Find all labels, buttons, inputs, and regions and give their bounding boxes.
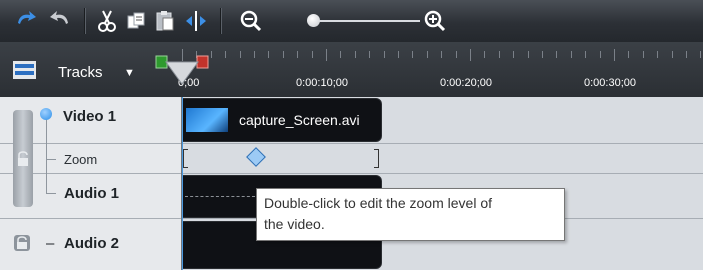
ruler-tick bbox=[268, 51, 270, 58]
group-dot-icon bbox=[40, 108, 52, 120]
ruler-tick bbox=[354, 51, 356, 58]
copy-icon[interactable] bbox=[124, 8, 150, 34]
ruler-tick bbox=[340, 51, 342, 58]
ruler-tick bbox=[426, 51, 428, 58]
clip-thumbnail bbox=[186, 108, 228, 132]
tracks-icon[interactable] bbox=[13, 61, 36, 79]
zoom-slider-track[interactable] bbox=[314, 20, 420, 22]
ruler-tick bbox=[585, 51, 587, 58]
ruler-tick bbox=[239, 51, 241, 58]
track-area: Video 1 Zoom Audio 1 – Audio 2 capture_S… bbox=[0, 97, 703, 270]
ruler-tick bbox=[297, 51, 299, 58]
ruler-tick bbox=[527, 51, 529, 58]
zoom-in-icon[interactable] bbox=[422, 8, 448, 34]
tree-line bbox=[46, 193, 56, 194]
tracks-menu-label[interactable]: Tracks bbox=[58, 64, 102, 81]
tree-line bbox=[46, 113, 47, 193]
ruler-tick bbox=[700, 51, 702, 58]
tooltip: Double-click to edit the zoom level of t… bbox=[256, 188, 565, 241]
ruler-tick bbox=[484, 51, 486, 58]
undo-icon[interactable] bbox=[14, 8, 40, 34]
timeline-ruler[interactable]: 0;00 0:00:10;00 0:00:20;00 0:00:30;00 bbox=[178, 42, 703, 97]
ruler-tick bbox=[599, 51, 601, 58]
ruler-tick bbox=[412, 51, 414, 58]
redo-icon[interactable] bbox=[46, 8, 72, 34]
ruler-tick bbox=[542, 51, 543, 58]
paste-icon[interactable] bbox=[152, 8, 178, 34]
track-name-audio-1[interactable]: Audio 1 bbox=[64, 185, 119, 202]
ruler-tick bbox=[671, 51, 673, 58]
track-name-zoom[interactable]: Zoom bbox=[64, 152, 97, 167]
time-label: 0:00:30;00 bbox=[584, 77, 636, 89]
track-collapse-indicator[interactable]: – bbox=[46, 235, 54, 252]
ruler-tick bbox=[556, 51, 558, 58]
ruler-tick bbox=[254, 51, 255, 58]
tooltip-line: the video. bbox=[264, 216, 325, 232]
ruler-tick bbox=[369, 51, 371, 58]
ruler-tick bbox=[225, 51, 227, 58]
timeline-header: Tracks ▼ 0;00 0:00:10;00 0:00:20;00 0:00… bbox=[0, 42, 703, 97]
ruler-tick bbox=[470, 49, 471, 61]
toolbar-separator bbox=[84, 8, 86, 34]
track-name-video-1[interactable]: Video 1 bbox=[63, 108, 116, 125]
ruler-tick bbox=[311, 51, 313, 58]
ruler-tick bbox=[628, 51, 630, 58]
split-icon[interactable] bbox=[183, 8, 209, 34]
ruler-tick bbox=[657, 51, 659, 58]
lock-icon[interactable] bbox=[13, 234, 31, 257]
ruler-tick bbox=[326, 49, 327, 61]
zoom-out-icon[interactable] bbox=[238, 8, 264, 34]
time-label: 0:00:20;00 bbox=[440, 77, 492, 89]
zoom-range-end bbox=[374, 149, 379, 168]
editing-toolbar bbox=[0, 0, 703, 43]
video-clip-label: capture_Screen.avi bbox=[239, 112, 360, 128]
ruler-tick bbox=[642, 51, 644, 58]
ruler-tick bbox=[398, 51, 399, 58]
ruler-tick bbox=[498, 51, 500, 58]
row-divider bbox=[0, 143, 703, 144]
track-name-audio-2[interactable]: Audio 2 bbox=[64, 235, 119, 252]
chevron-down-icon[interactable]: ▼ bbox=[124, 67, 135, 79]
row-divider bbox=[0, 173, 703, 174]
tooltip-line: Double-click to edit the zoom level of bbox=[264, 195, 492, 211]
playhead[interactable] bbox=[150, 54, 216, 86]
ruler-tick bbox=[282, 51, 284, 58]
ruler-tick bbox=[614, 49, 615, 61]
time-label: 0:00:10;00 bbox=[296, 77, 348, 89]
ruler-tick bbox=[570, 51, 572, 58]
ruler-tick bbox=[455, 51, 457, 58]
zoom-slider-thumb[interactable] bbox=[307, 14, 320, 27]
ruler-tick bbox=[383, 51, 385, 58]
toolbar-separator bbox=[220, 8, 222, 34]
ruler-tick bbox=[441, 51, 443, 58]
audio-waveform bbox=[185, 196, 255, 198]
cut-icon[interactable] bbox=[94, 8, 120, 34]
ruler-tick bbox=[686, 51, 687, 58]
ruler-tick bbox=[513, 51, 515, 58]
playhead-line bbox=[182, 97, 183, 270]
tree-line bbox=[46, 159, 56, 160]
zoom-keyframe-icon[interactable] bbox=[246, 147, 266, 167]
video-clip[interactable]: capture_Screen.avi bbox=[182, 98, 382, 142]
zoom-range-start bbox=[183, 149, 188, 168]
lock-icon[interactable] bbox=[16, 151, 30, 172]
